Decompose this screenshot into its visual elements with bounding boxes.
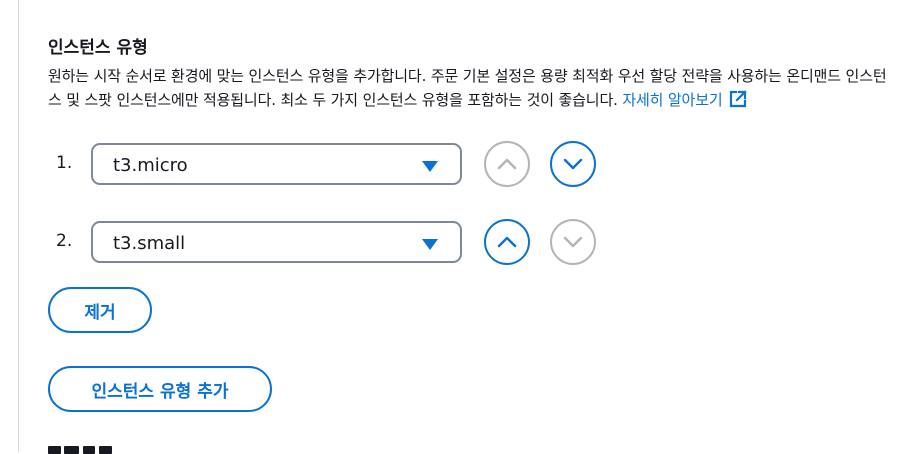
remove-button-label: 제거 xyxy=(84,302,116,323)
move-up-button-1[interactable] xyxy=(484,141,530,187)
description-text: 원하는 시작 순서로 환경에 맞는 인스턴스 유형을 추가합니다. 주문 기본 … xyxy=(48,67,887,109)
previous-section-text-fragment xyxy=(48,0,168,2)
learn-more-link[interactable]: 자세히 알아보기 xyxy=(622,89,747,109)
section-description: 원하는 시작 순서로 환경에 맞는 인스턴스 유형을 추가합니다. 주문 기본 … xyxy=(48,65,898,112)
section-title: 인스턴스 유형 xyxy=(48,38,148,58)
panel-left-border xyxy=(18,0,19,452)
instance-type-select-1[interactable]: t3.micro xyxy=(91,143,462,185)
chevron-down-icon xyxy=(563,158,583,170)
instance-types-section: 인스턴스 유형 원하는 시작 순서로 환경에 맞는 인스턴스 유형을 추가합니다… xyxy=(48,36,898,112)
chevron-up-icon xyxy=(497,236,517,248)
caret-down-icon xyxy=(422,161,438,172)
select-value: t3.micro xyxy=(113,155,188,176)
remove-button[interactable]: 제거 xyxy=(48,287,152,333)
add-instance-type-label: 인스턴스 유형 추가 xyxy=(91,381,229,402)
instance-type-select-2[interactable]: t3.small xyxy=(91,221,462,263)
chevron-down-icon xyxy=(563,236,583,248)
instance-type-row-2: 2. t3.small xyxy=(48,219,608,271)
instance-type-row-1: 1. t3.micro xyxy=(48,141,608,193)
move-up-button-2[interactable] xyxy=(484,219,530,265)
row-number: 1. xyxy=(56,153,73,173)
external-link-icon xyxy=(729,89,747,107)
learn-more-label: 자세히 알아보기 xyxy=(622,90,723,109)
add-instance-type-button[interactable]: 인스턴스 유형 추가 xyxy=(48,366,272,412)
move-down-button-2[interactable] xyxy=(550,219,596,265)
move-down-button-1[interactable] xyxy=(550,141,596,187)
row-number: 2. xyxy=(56,231,73,251)
chevron-up-icon xyxy=(497,158,517,170)
select-value: t3.small xyxy=(113,233,186,254)
caret-down-icon xyxy=(422,239,438,250)
next-section-title-fragment xyxy=(48,446,128,454)
